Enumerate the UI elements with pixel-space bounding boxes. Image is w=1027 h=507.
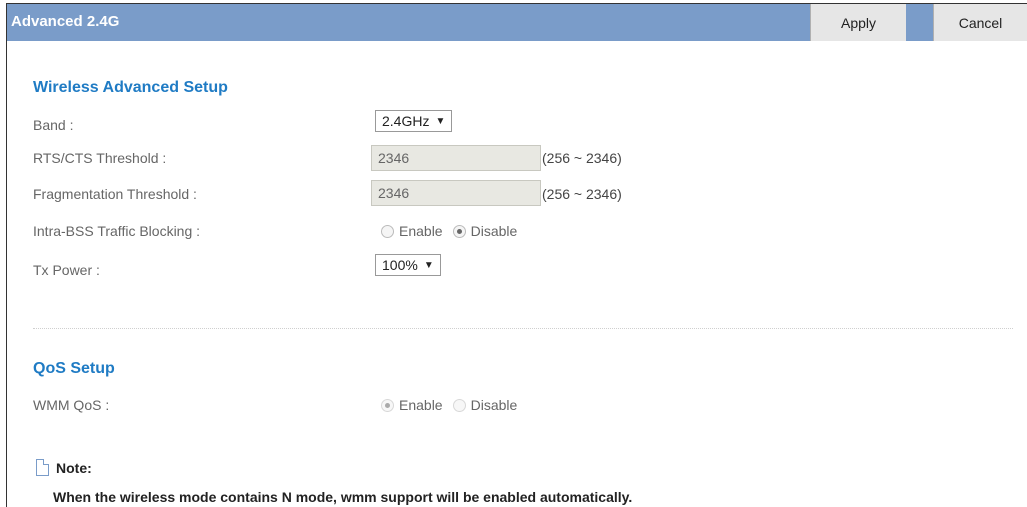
intra-bss-disable-radio[interactable] <box>452 224 466 238</box>
wmm-disable-label: Disable <box>470 397 518 413</box>
band-label: Band : <box>33 117 74 133</box>
wireless-advanced-title: Wireless Advanced Setup <box>33 79 228 96</box>
wmm-enable-radio[interactable] <box>381 398 394 412</box>
qos-setup-title: QoS Setup <box>33 360 115 377</box>
intra-bss-enable-label: Enable <box>399 223 443 239</box>
intra-bss-radio-group: Enable Disable <box>381 223 517 239</box>
frag-range: (256 ~ 2346) <box>542 186 622 202</box>
rts-label: RTS/CTS Threshold : <box>33 150 167 166</box>
frag-threshold-input[interactable]: 2346 <box>371 180 541 206</box>
note-icon <box>36 459 49 476</box>
tx-power-value: 100% <box>382 257 418 273</box>
band-value: 2.4GHz <box>382 113 430 129</box>
intra-bss-disable-label: Disable <box>470 223 518 239</box>
wmm-qos-label: WMM QoS : <box>33 397 110 413</box>
note-text: When the wireless mode contains N mode, … <box>53 489 633 505</box>
section-divider <box>33 328 1013 329</box>
chevron-down-icon: ▼ <box>435 115 446 127</box>
intra-bss-label: Intra-BSS Traffic Blocking : <box>33 223 201 239</box>
apply-button[interactable]: Apply <box>810 4 906 41</box>
page-title: Advanced 2.4G <box>11 13 120 30</box>
frag-label: Fragmentation Threshold : <box>33 186 197 202</box>
band-select[interactable]: 2.4GHz ▼ <box>375 110 453 132</box>
rts-threshold-input[interactable]: 2346 <box>371 145 541 171</box>
rts-range: (256 ~ 2346) <box>542 150 622 166</box>
wmm-disable-radio[interactable] <box>452 398 466 412</box>
cancel-button[interactable]: Cancel <box>933 4 1027 41</box>
note-title: Note: <box>56 460 92 476</box>
chevron-down-icon: ▼ <box>423 259 434 271</box>
wmm-radio-group: Enable Disable <box>381 397 517 413</box>
intra-bss-enable-radio[interactable] <box>381 224 394 238</box>
tx-power-select[interactable]: 100% ▼ <box>375 254 441 276</box>
wmm-enable-label: Enable <box>399 397 443 413</box>
tx-power-label: Tx Power : <box>33 262 100 278</box>
